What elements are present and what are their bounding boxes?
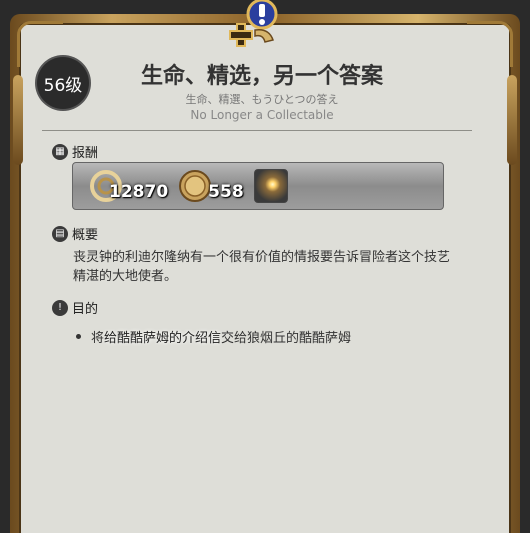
quest-summary: 丧灵钟的利迪尔隆纳有一个很有价值的情报要告诉冒险者这个技艺精湛的大地使者。: [73, 250, 451, 284]
objective-section-label: 目的: [72, 302, 99, 317]
objective-prefix: 将: [91, 331, 105, 346]
gil-reward[interactable]: 558: [178, 169, 244, 203]
exclamation-icon: !: [52, 299, 68, 316]
quest-marker-icon: [229, 0, 278, 47]
quest-title-japanese: 生命、精選、もうひとつの答え: [185, 93, 339, 106]
summary-section-header: ▤ 概要: [52, 224, 98, 243]
bullet-icon: [76, 334, 81, 339]
gil-reward-value: 558: [208, 182, 244, 202]
frame-side-ornament: [13, 75, 23, 165]
summary-section-label: 概要: [72, 228, 99, 243]
objective-item: 将给酷酷萨姆的介绍信交给狼烟丘的酷酷萨姆: [76, 327, 476, 346]
rewards-section-label: 报酬: [72, 146, 99, 161]
exp-reward-value: 12870: [109, 182, 169, 202]
quest-title: 生命、精选，另一个答案: [140, 64, 383, 89]
exp-reward[interactable]: 12870: [89, 169, 168, 203]
level-badge: 56级: [37, 57, 89, 109]
header-divider: [42, 130, 472, 131]
frame-side-ornament: [507, 75, 517, 165]
objective-text: 将给酷酷萨姆的介绍信交给狼烟丘的酷酷萨姆: [91, 327, 351, 346]
objective-section-header: ! 目的: [52, 298, 98, 317]
objective-item-name: 给酷酷萨姆的介绍信: [104, 331, 222, 346]
rewards-icon: ▦: [52, 143, 68, 160]
objective-suffix: 交给狼烟丘的酷酷萨姆: [221, 331, 352, 346]
book-icon: ▤: [52, 225, 68, 242]
quest-title-english: No Longer a Collectable: [190, 108, 334, 122]
rewards-section-header: ▦ 报酬: [52, 142, 98, 161]
rewards-panel: 12870 558: [72, 162, 444, 210]
reward-item-slot[interactable]: [253, 169, 288, 203]
frame-corner-ornament: [467, 21, 513, 67]
